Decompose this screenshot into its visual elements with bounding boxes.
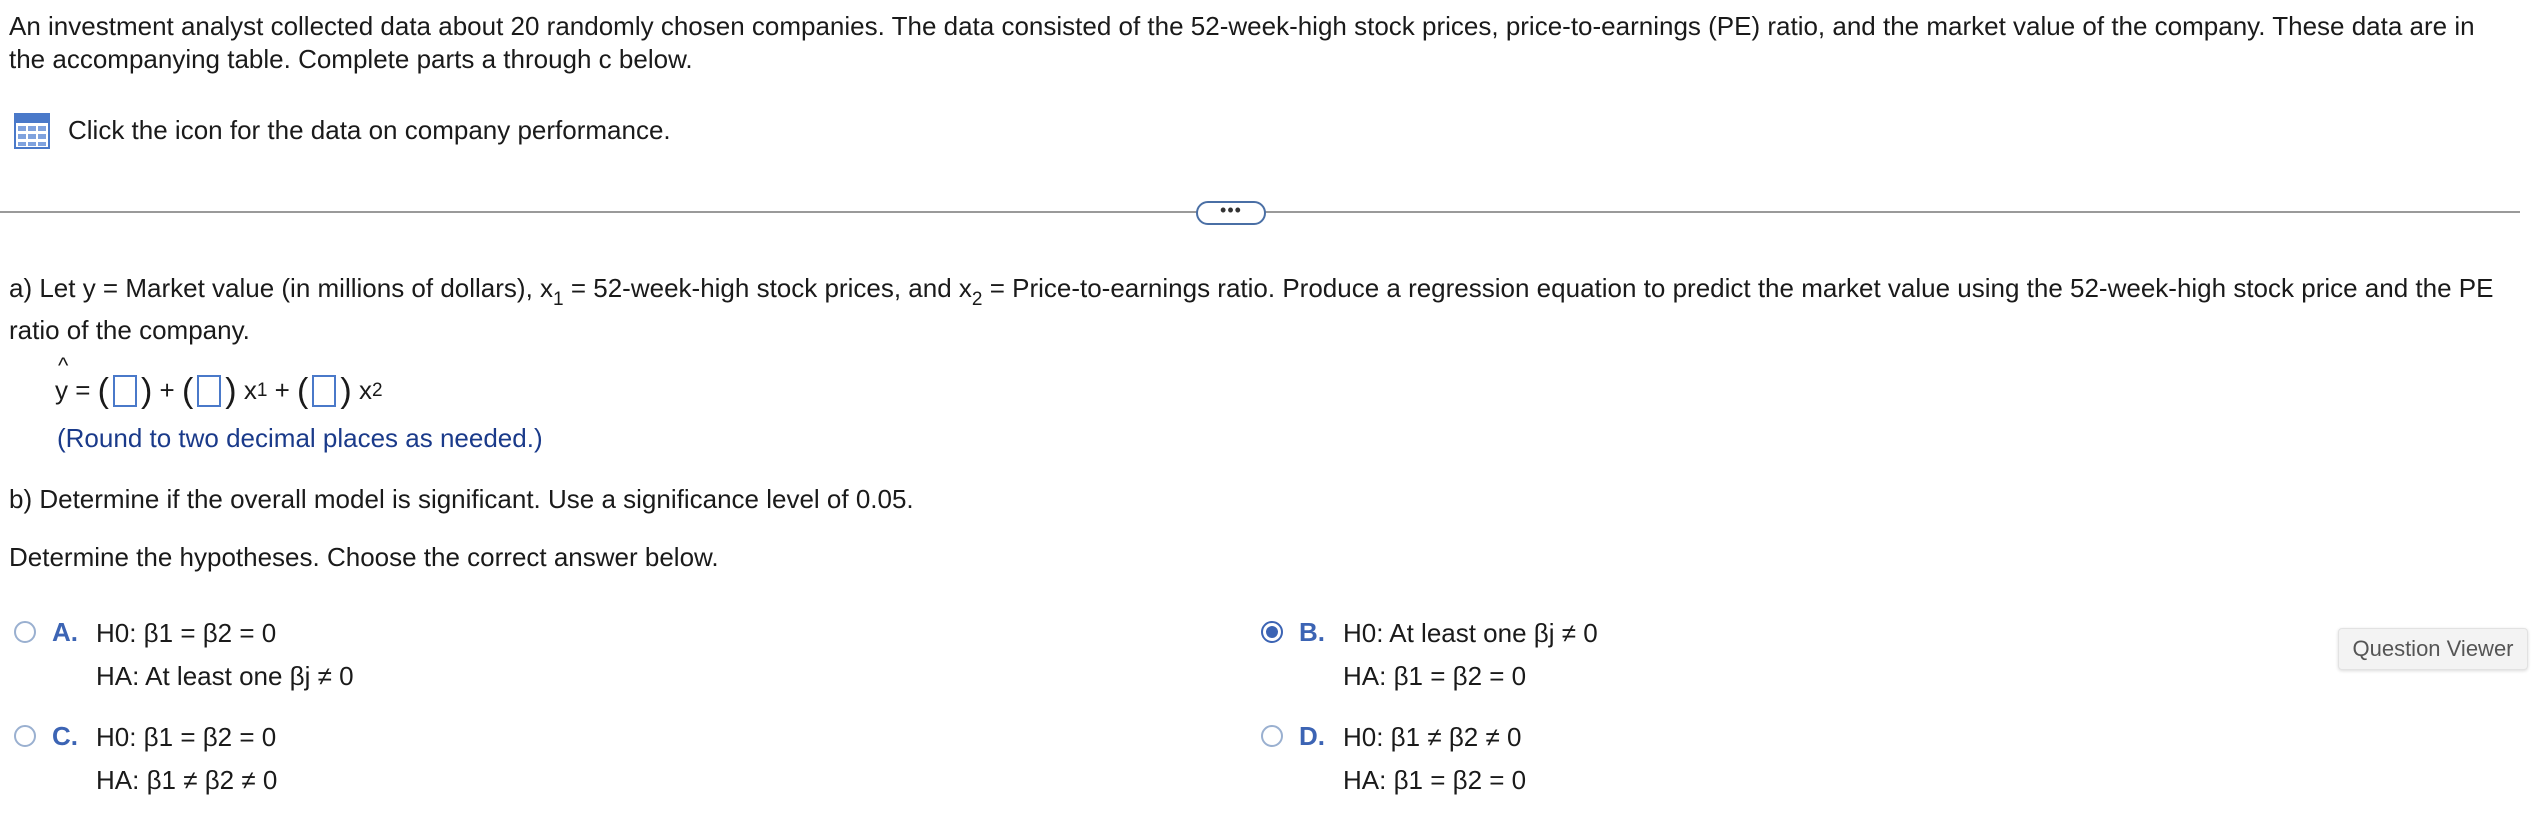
regression-equation: ^ y = () + () x1 + () x2 [55, 353, 383, 410]
null-hypothesis: H0: β1 ≠ β2 ≠ 0 [1343, 722, 1522, 752]
choice-letter: C. [52, 721, 78, 751]
null-hypothesis: H0: At least one βj ≠ 0 [1343, 618, 1598, 648]
radio-button-c[interactable] [14, 725, 36, 747]
part-b-prompt: b) Determine if the overall model is sig… [9, 484, 914, 514]
choice-b[interactable]: B. H0: At least one βj ≠ 0 HA: β1 = β2 =… [1261, 612, 1598, 698]
alternative-hypothesis: HA: β1 ≠ β2 ≠ 0 [96, 765, 278, 795]
choice-letter: A. [52, 617, 78, 647]
question-viewer-button[interactable]: Question Viewer [2338, 628, 2528, 670]
rounding-note: (Round to two decimal places as needed.) [57, 423, 543, 453]
alternative-hypothesis: HA: At least one βj ≠ 0 [96, 661, 354, 691]
x1-coefficient-answer-box[interactable] [197, 374, 222, 407]
expand-handle[interactable]: ••• [1196, 201, 1266, 225]
intercept-answer-box[interactable] [112, 374, 137, 407]
null-hypothesis: H0: β1 = β2 = 0 [96, 722, 277, 752]
table-grid-icon[interactable] [14, 112, 50, 149]
radio-button-b[interactable] [1261, 621, 1283, 643]
null-hypothesis: H0: β1 = β2 = 0 [96, 618, 277, 648]
choice-c[interactable]: C. H0: β1 = β2 = 0 HA: β1 ≠ β2 ≠ 0 [14, 716, 277, 802]
choice-letter: D. [1299, 721, 1325, 751]
y-hat: ^ y [55, 353, 69, 405]
choice-letter: B. [1299, 617, 1325, 647]
alternative-hypothesis: HA: β1 = β2 = 0 [1343, 765, 1527, 795]
alternative-hypothesis: HA: β1 = β2 = 0 [1343, 661, 1527, 691]
radio-button-d[interactable] [1261, 725, 1283, 747]
part-a-prompt: a) Let y = Market value (in millions of … [9, 273, 2494, 345]
problem-intro: An investment analyst collected data abo… [9, 11, 2475, 74]
data-link-label[interactable]: Click the icon for the data on company p… [68, 110, 671, 152]
choice-a[interactable]: A. H0: β1 = β2 = 0 HA: At least one βj ≠… [14, 612, 354, 698]
hypotheses-prompt: Determine the hypotheses. Choose the cor… [9, 542, 719, 572]
radio-button-a[interactable] [14, 621, 36, 643]
choice-d[interactable]: D. H0: β1 ≠ β2 ≠ 0 HA: β1 = β2 = 0 [1261, 716, 1526, 802]
x2-coefficient-answer-box[interactable] [312, 374, 337, 407]
data-link[interactable]: Click the icon for the data on company p… [14, 110, 671, 152]
